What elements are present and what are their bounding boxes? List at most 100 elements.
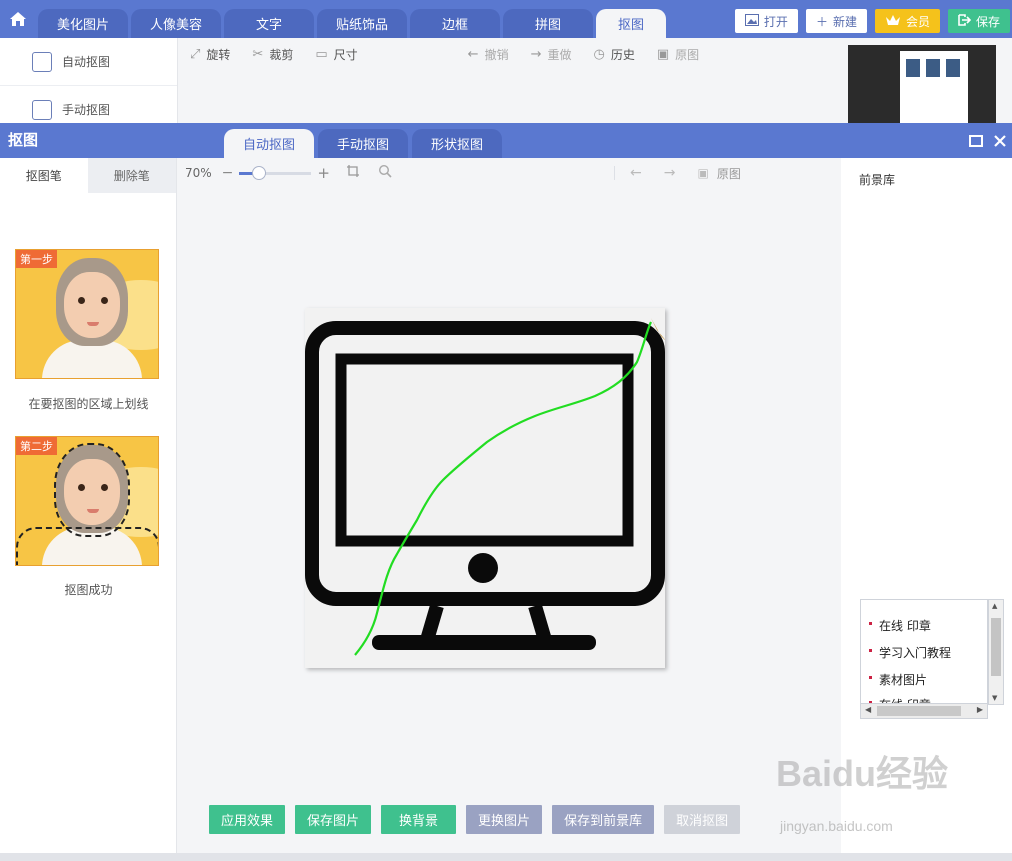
selection-outline bbox=[54, 443, 130, 537]
open-label: 打开 bbox=[763, 14, 788, 29]
scissors-icon: ✂ bbox=[252, 46, 264, 62]
crown-icon bbox=[885, 14, 901, 29]
save-label: 保存 bbox=[975, 14, 1000, 29]
image-icon: ▣ bbox=[697, 166, 709, 180]
action-buttons: 应用效果 保存图片 换背景 更换图片 保存到前景库 取消抠图 bbox=[209, 805, 750, 834]
rotate-label: 旋转 bbox=[206, 47, 231, 62]
menu-horizontal-scrollbar[interactable]: ◀ ▶ bbox=[860, 703, 988, 719]
bullet-icon bbox=[869, 622, 872, 625]
maximize-icon[interactable] bbox=[965, 123, 987, 158]
window-bottom-edge bbox=[0, 853, 1012, 861]
editing-canvas[interactable] bbox=[305, 308, 667, 668]
image-icon: ▣ bbox=[656, 46, 670, 62]
menu-item-materials[interactable]: 素材图片 bbox=[869, 671, 928, 688]
watermark-logo: Baidu经验 bbox=[776, 753, 949, 794]
history-button[interactable]: ◷ 历史 bbox=[594, 46, 635, 63]
top-bar: 美化图片 人像美容 文字 贴纸饰品 边框 拼图 抠图 打开 ＋ 新建 会员 保存 bbox=[0, 0, 1012, 38]
pen-tabs: 抠图笔 删除笔 bbox=[0, 158, 176, 193]
undo-button[interactable]: ← 撤销 bbox=[468, 46, 509, 63]
original-label: 原图 bbox=[716, 166, 741, 181]
tab-text[interactable]: 文字 bbox=[224, 9, 314, 38]
original-button[interactable]: ▣ 原图 bbox=[657, 46, 699, 63]
sidebar-item-label: 自动抠图 bbox=[62, 55, 111, 69]
top-actions: 打开 ＋ 新建 会员 保存 bbox=[734, 9, 1012, 33]
redo-button[interactable]: → 重做 bbox=[531, 46, 572, 63]
original-label: 原图 bbox=[675, 47, 700, 62]
close-icon[interactable] bbox=[989, 123, 1011, 158]
zoom-in-icon[interactable]: + bbox=[317, 164, 330, 182]
tab-cutout[interactable]: 抠图 bbox=[596, 9, 666, 38]
original-button[interactable]: ▣ 原图 bbox=[697, 165, 740, 182]
arrow-right-icon: → bbox=[530, 46, 542, 62]
bullet-icon bbox=[869, 649, 872, 652]
scrollbar-thumb[interactable] bbox=[991, 618, 1001, 676]
arrow-left-icon: ← bbox=[467, 46, 479, 62]
apply-effect-button[interactable]: 应用效果 bbox=[209, 805, 286, 834]
plus-icon: ＋ bbox=[815, 14, 828, 29]
menu-item-online-stamp[interactable]: 在线 印章 bbox=[869, 617, 931, 634]
scroll-left-icon[interactable]: ◀ bbox=[865, 705, 871, 714]
fit-screen-icon[interactable] bbox=[346, 164, 362, 182]
zoom-value: 70% bbox=[185, 166, 212, 180]
home-icon[interactable] bbox=[0, 0, 36, 38]
baby-eye bbox=[101, 297, 108, 304]
menu-item-tutorial[interactable]: 学习入门教程 bbox=[869, 644, 952, 661]
step-two-example: 第二步 bbox=[15, 436, 159, 566]
dialog-tabs: 自动抠图 手动抠图 形状抠图 bbox=[224, 129, 506, 158]
save-image-button[interactable]: 保存图片 bbox=[295, 805, 372, 834]
save-to-foreground-button[interactable]: 保存到前景库 bbox=[552, 805, 655, 834]
scrollbar-thumb[interactable] bbox=[877, 706, 961, 716]
change-background-button[interactable]: 换背景 bbox=[381, 805, 457, 834]
zoom-slider[interactable] bbox=[239, 165, 312, 180]
size-button[interactable]: ▭ 尺寸 bbox=[315, 46, 357, 63]
context-menu: 在线 印章 学习入门教程 素材图片 在线 印章 bbox=[860, 599, 988, 719]
tab-stickers[interactable]: 贴纸饰品 bbox=[317, 9, 407, 38]
redo-icon[interactable]: → bbox=[664, 165, 676, 181]
resize-icon: ▭ bbox=[315, 46, 328, 62]
menu-vertical-scrollbar[interactable]: ▲ ▼ bbox=[988, 599, 1004, 705]
tab-auto-cutout[interactable]: 自动抠图 bbox=[224, 129, 314, 158]
rotate-button[interactable]: ⤢ 旋转 bbox=[190, 46, 230, 63]
crop-label: 裁剪 bbox=[269, 47, 294, 62]
vip-button[interactable]: 会员 bbox=[874, 9, 940, 33]
thumbnail-photo bbox=[926, 59, 940, 77]
main-tabs: 美化图片 人像美容 文字 贴纸饰品 边框 拼图 抠图 bbox=[38, 9, 669, 38]
tab-shape-cutout[interactable]: 形状抠图 bbox=[412, 129, 502, 158]
zoom-out-icon[interactable]: − bbox=[222, 165, 234, 181]
menu-item-label: 学习入门教程 bbox=[879, 646, 952, 660]
new-button[interactable]: ＋ 新建 bbox=[805, 9, 867, 33]
step-two-caption: 抠图成功 bbox=[64, 583, 113, 597]
step-one-caption: 在要抠图的区域上划线 bbox=[28, 397, 149, 411]
zoom-slider-handle[interactable] bbox=[251, 165, 266, 180]
background-sidebar: 自动抠图 手动抠图 bbox=[0, 38, 178, 134]
save-button[interactable]: 保存 bbox=[947, 9, 1010, 33]
change-image-button[interactable]: 更换图片 bbox=[466, 805, 543, 834]
left-panel: 抠图笔 删除笔 第一步 在要抠图的区域上划线 第二步 抠图成功 bbox=[0, 158, 177, 853]
tab-portrait[interactable]: 人像美容 bbox=[131, 9, 221, 38]
menu-item-label: 素材图片 bbox=[879, 673, 928, 687]
history-label: 历史 bbox=[610, 47, 635, 62]
watermark-url: jingyan.baidu.com bbox=[780, 818, 893, 834]
scroll-up-icon[interactable]: ▲ bbox=[992, 602, 997, 610]
tab-manual-cutout[interactable]: 手动抠图 bbox=[318, 129, 408, 158]
tab-collage[interactable]: 拼图 bbox=[503, 9, 593, 38]
undo-icon[interactable]: ← bbox=[630, 165, 642, 181]
crop-button[interactable]: ✂ 裁剪 bbox=[252, 46, 293, 63]
navigator-thumbnail[interactable] bbox=[848, 45, 996, 123]
cancel-cutout-button[interactable]: 取消抠图 bbox=[664, 805, 741, 834]
zoom-icon[interactable] bbox=[378, 164, 392, 182]
sidebar-item-auto-cutout[interactable]: 自动抠图 bbox=[0, 38, 177, 86]
sidebar-item-label: 手动抠图 bbox=[62, 103, 111, 117]
dialog-header: 抠图 自动抠图 手动抠图 形状抠图 bbox=[0, 123, 1012, 158]
step-badge: 第二步 bbox=[16, 437, 57, 455]
rotate-icon: ⤢ bbox=[190, 46, 201, 62]
tab-erase-pen[interactable]: 删除笔 bbox=[87, 158, 176, 193]
open-button[interactable]: 打开 bbox=[734, 9, 798, 33]
monitor-artwork bbox=[305, 318, 667, 656]
scroll-down-icon[interactable]: ▼ bbox=[992, 694, 997, 702]
tab-cutout-pen[interactable]: 抠图笔 bbox=[0, 158, 88, 193]
scroll-right-icon[interactable]: ▶ bbox=[977, 705, 983, 714]
step-one-example: 第一步 bbox=[15, 249, 159, 379]
tab-frame[interactable]: 边框 bbox=[410, 9, 500, 38]
tab-beautify[interactable]: 美化图片 bbox=[38, 9, 128, 38]
